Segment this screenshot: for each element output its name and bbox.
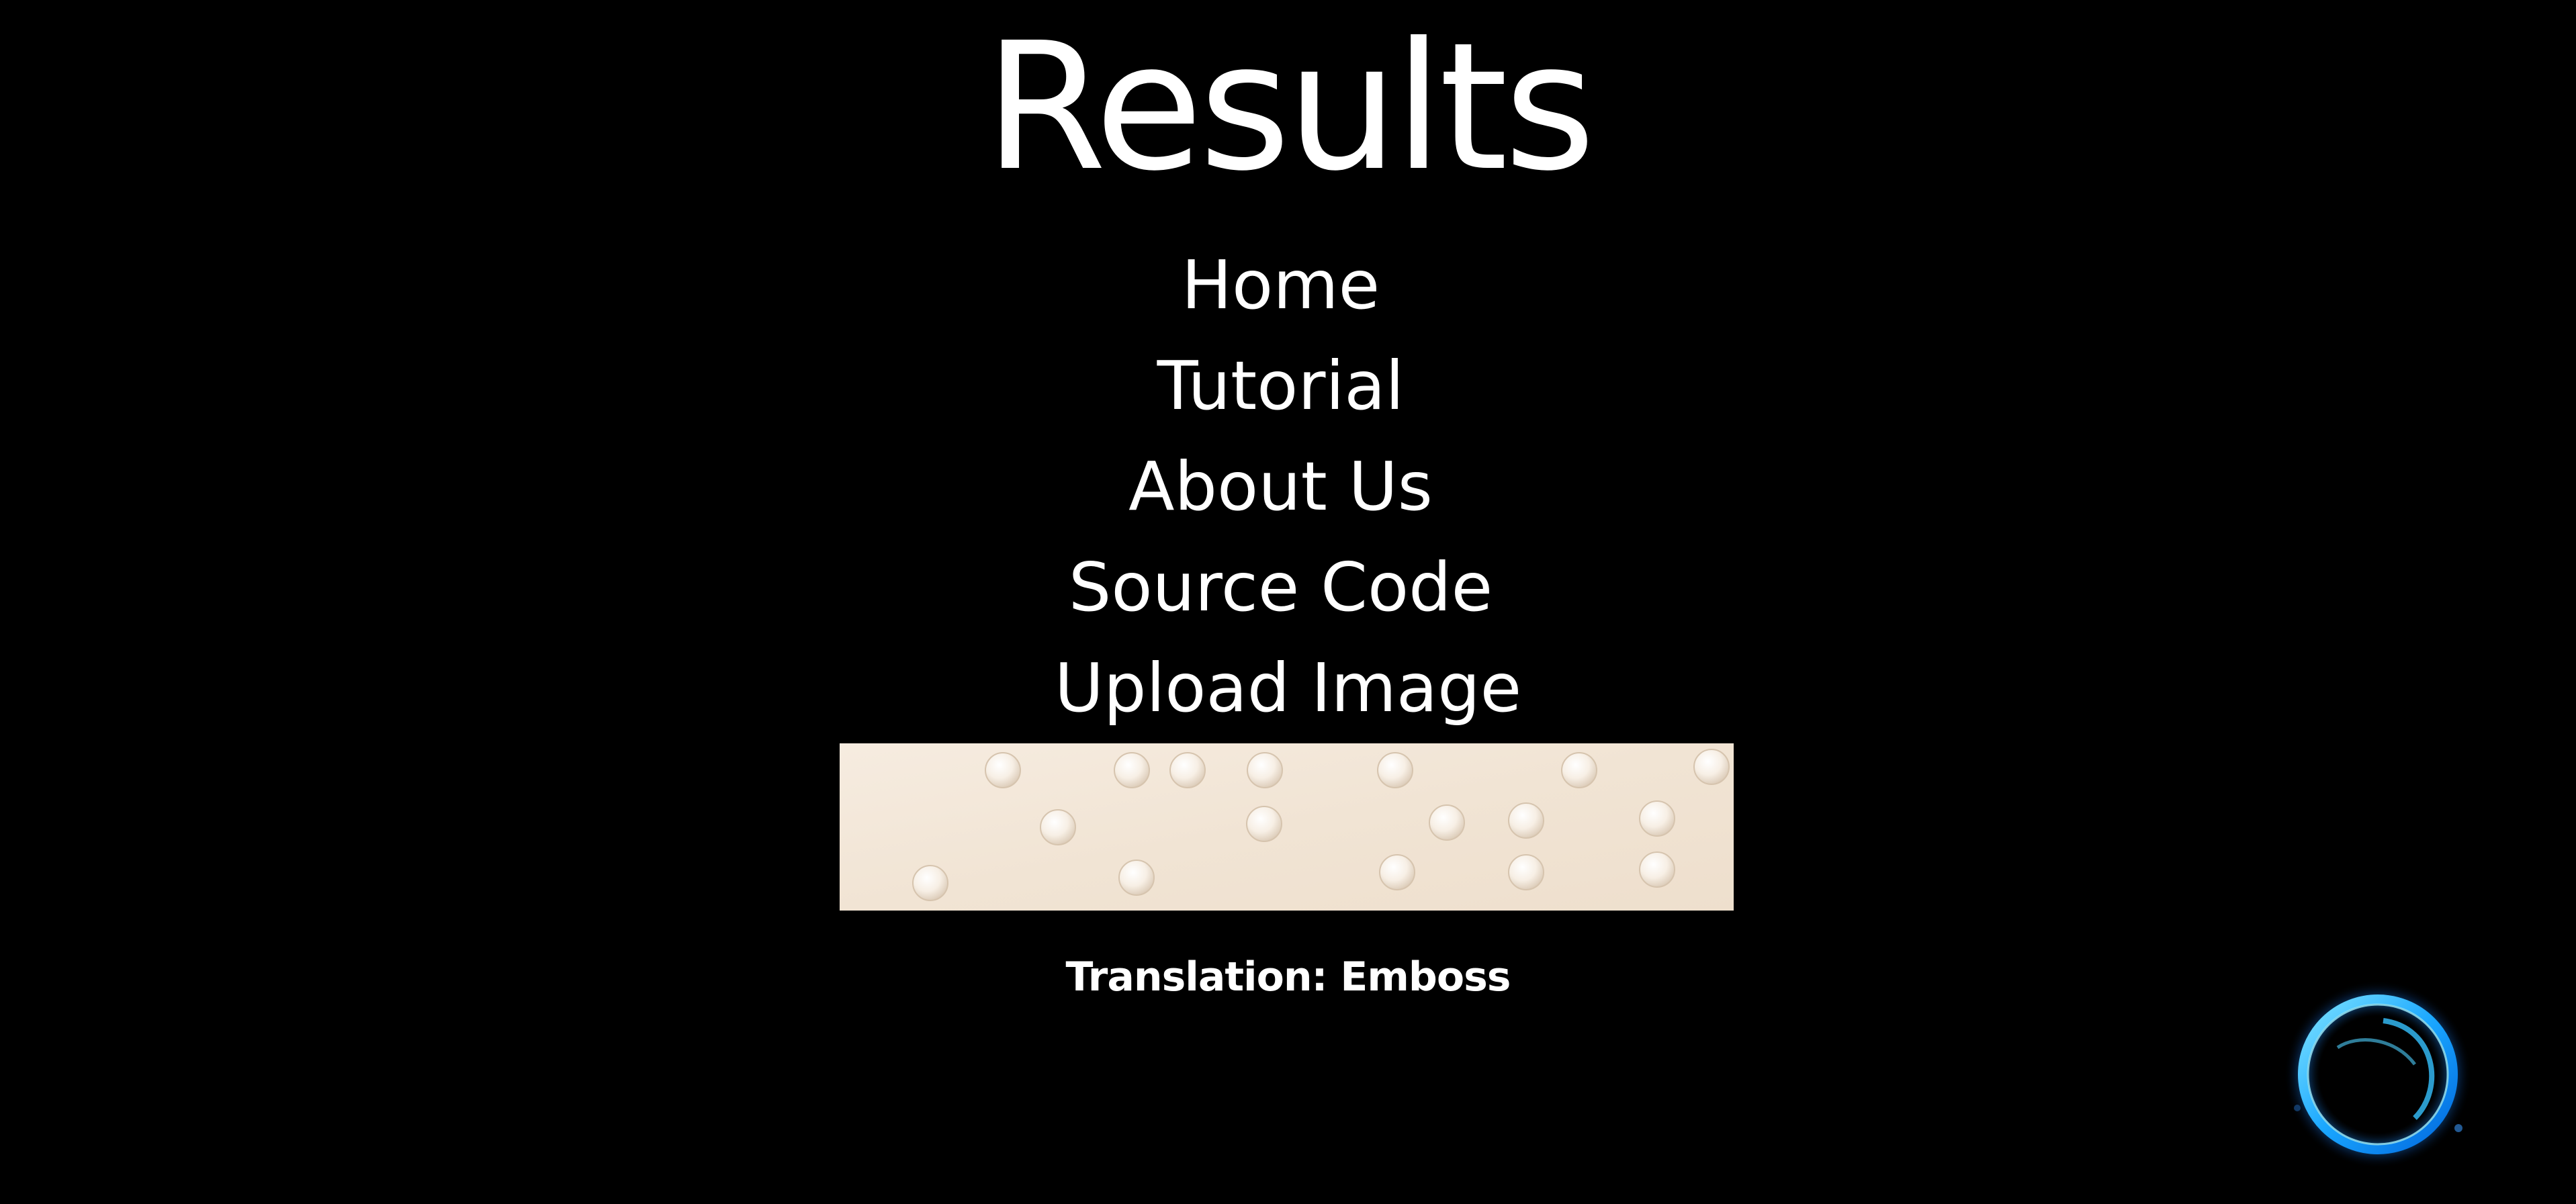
nav-item-upload-image[interactable]: Upload Image <box>0 645 2576 732</box>
nav-item-about-us[interactable]: About Us <box>0 443 2569 530</box>
nav-item-home[interactable]: Home <box>0 242 2569 329</box>
nav-item-source-code[interactable]: Source Code <box>0 544 2569 631</box>
translation-text: Translation: Emboss <box>1065 954 1511 1001</box>
page-title: Results <box>984 5 1595 210</box>
glowing-ring-icon[interactable] <box>2277 974 2479 1175</box>
braille-image <box>840 743 1734 911</box>
nav-item-tutorial[interactable]: Tutorial <box>0 342 2569 430</box>
